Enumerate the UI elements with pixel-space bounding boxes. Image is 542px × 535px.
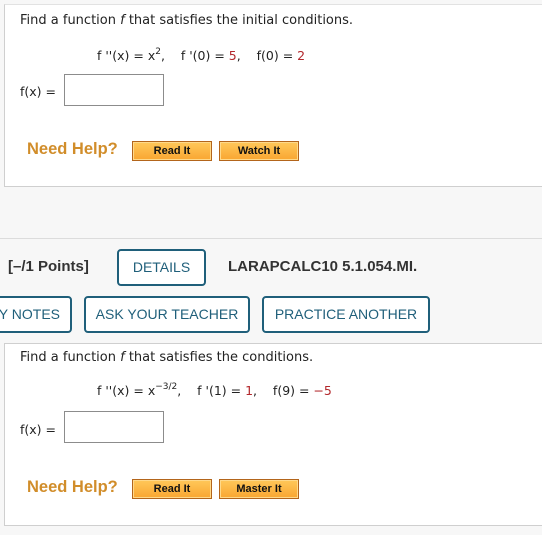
- my-notes-button[interactable]: Y NOTES: [0, 296, 72, 333]
- points-label: [–/1 Points]: [8, 258, 89, 275]
- watch-it-button[interactable]: Watch It: [219, 141, 299, 161]
- need-help-label: Need Help?: [27, 140, 118, 158]
- equation-3-value: 2: [297, 48, 306, 63]
- question-1-equations: f ''(x) = x2, f '(0) = 5, f(0) = 2: [97, 47, 305, 63]
- equation-2: f '(0) =: [180, 48, 229, 63]
- ask-your-teacher-button[interactable]: ASK YOUR TEACHER: [84, 296, 250, 333]
- separator: ,: [160, 48, 165, 63]
- question-1-prompt: Find a function f that satisfies the ini…: [20, 13, 353, 28]
- equation-1: f ''(x) = x: [97, 48, 156, 63]
- answer-input[interactable]: [64, 74, 164, 106]
- separator: ,: [253, 383, 258, 398]
- prompt-text: that satisfies the initial conditions.: [124, 13, 354, 28]
- equation-3: f(0) =: [256, 48, 298, 63]
- practice-another-button[interactable]: PRACTICE ANOTHER: [262, 296, 430, 333]
- question-id: LARAPCALC10 5.1.054.MI.: [228, 258, 418, 275]
- equation-1-exponent: −3/2: [155, 382, 178, 392]
- question-1-panel: Find a function f that satisfies the ini…: [4, 4, 542, 187]
- answer-label: f(x) =: [20, 84, 56, 99]
- details-button[interactable]: DETAILS: [117, 249, 206, 286]
- separator: ,: [177, 383, 182, 398]
- equation-2: f '(1) =: [197, 383, 246, 398]
- answer-label: f(x) =: [20, 422, 56, 437]
- separator: ,: [236, 48, 241, 63]
- prompt-text: Find a function: [20, 13, 121, 28]
- prompt-text: Find a function: [20, 350, 121, 365]
- read-it-button[interactable]: Read It: [132, 479, 212, 499]
- master-it-button[interactable]: Master It: [219, 479, 299, 499]
- question-2-equations: f ''(x) = x−3/2, f '(1) = 1, f(9) = −5: [97, 382, 332, 398]
- answer-input[interactable]: [64, 411, 164, 443]
- equation-3: f(9) =: [272, 383, 314, 398]
- equation-1: f ''(x) = x: [97, 383, 156, 398]
- read-it-button[interactable]: Read It: [132, 141, 212, 161]
- equation-2-value: 5: [228, 48, 237, 63]
- prompt-text: that satisfies the conditions.: [124, 350, 314, 365]
- equation-3-value: −5: [313, 383, 332, 398]
- need-help-label: Need Help?: [27, 478, 118, 496]
- equation-2-value: 1: [245, 383, 254, 398]
- question-2-prompt: Find a function f that satisfies the con…: [20, 350, 313, 365]
- question-2-panel: Find a function f that satisfies the con…: [4, 343, 542, 526]
